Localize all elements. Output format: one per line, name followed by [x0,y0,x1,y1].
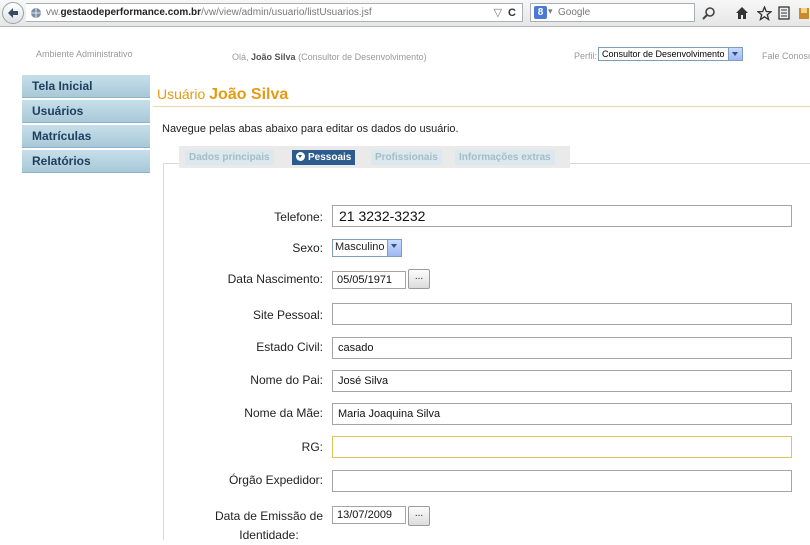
chevron-circle-icon [296,152,305,161]
rg-input[interactable] [332,436,792,458]
title-divider [153,106,810,107]
emissao-label: Data de Emissão de Identidade: [214,509,323,542]
site-row: Site Pessoal: [178,303,798,327]
back-button[interactable] [2,2,24,24]
site-label: Site Pessoal: [252,308,323,322]
pai-row: Nome do Pai: José Silva [178,370,798,394]
telefone-input[interactable]: 21 3232-3232 [332,205,792,227]
browser-toolbar: vw.gestaodeperformance.com.br/vw/view/ad… [0,0,810,27]
sexo-select[interactable]: Masculino [332,239,402,257]
tab-pessoais[interactable]: Pessoais [292,150,356,165]
sidebar-item-relatorios[interactable]: Relatórios [22,150,150,173]
pai-label: Nome do Pai: [250,373,323,387]
calendar-button[interactable]: ... [408,506,430,526]
estado-civil-label: Estado Civil: [256,340,323,354]
page-title: Usuário João Silva [157,86,289,103]
tab-informacoes-extras[interactable]: Informações extras [455,150,555,165]
sexo-row: Sexo: Masculino [178,239,798,263]
contact-link[interactable]: Fale Conosco [762,51,810,61]
sexo-label: Sexo: [292,241,323,255]
bookmarks-menu-icon[interactable] [775,4,793,22]
panel-border [163,163,164,540]
mae-row: Nome da Mãe: Maria Joaquina Silva [178,403,798,427]
calendar-button[interactable]: ... [408,269,430,289]
emissao-input[interactable]: 13/07/2009 [332,506,406,524]
rg-label: RG: [301,440,323,454]
sidebar: Tela Inicial Usuários Matrículas Relatór… [22,75,150,175]
url-text: vw.gestaodeperformance.com.br/vw/view/ad… [46,7,372,18]
site-header: Ambiente Administrativo Olá, João Silva … [0,41,810,69]
search-placeholder: Google [558,7,591,18]
back-arrow-icon [8,8,18,18]
orgao-label: Órgão Expedidor: [228,473,323,487]
globe-icon [31,8,41,18]
sidebar-item-tela-inicial[interactable]: Tela Inicial [22,75,150,98]
mae-label: Nome da Mãe: [244,406,323,420]
perfil-label: Perfil: [574,51,598,61]
home-icon[interactable] [733,4,751,22]
telefone-row: Telefone: 21 3232-3232 [178,205,798,229]
telefone-label: Telefone: [274,210,323,224]
orgao-input[interactable] [332,470,792,492]
address-bar[interactable]: vw.gestaodeperformance.com.br/vw/view/ad… [26,3,523,22]
mae-input[interactable]: Maria Joaquina Silva [332,403,792,425]
chevron-down-icon[interactable] [387,240,401,256]
emissao-row: Data de Emissão de Identidade: 13/07/200… [178,506,798,542]
google-search-engine-icon[interactable]: 8 [534,6,547,19]
greeting: Olá, João Silva (Consultor de Desenvolvi… [232,52,427,62]
sidebar-item-matriculas[interactable]: Matrículas [22,125,150,148]
tab-dados-principais[interactable]: Dados principais [185,150,274,165]
estado-civil-row: Estado Civil: casado [178,337,798,361]
search-icon[interactable] [700,4,718,22]
pai-input[interactable]: José Silva [332,370,792,392]
sidebar-item-usuarios[interactable]: Usuários [22,100,150,123]
perfil-select[interactable]: Consultor de Desenvolvimento [598,47,743,61]
search-box[interactable]: 8 ▾ Google [530,3,695,22]
nascimento-label: Data Nascimento: [227,272,323,286]
environment-label: Ambiente Administrativo [36,49,133,59]
user-name: João Silva [251,52,296,62]
estado-civil-input[interactable]: casado [332,337,792,359]
panel-border [163,163,179,164]
chevron-down-icon[interactable] [728,48,742,60]
panel-border [570,163,810,164]
dropdown-arrow-icon[interactable]: ▽ [494,6,502,19]
site-input[interactable] [332,303,792,325]
bookmark-star-icon[interactable] [755,4,773,22]
reload-icon[interactable]: C [508,7,516,19]
rg-row: RG: [178,436,798,460]
nascimento-input[interactable]: 05/05/1971 [332,271,406,289]
extension-icon[interactable] [795,4,810,22]
tab-bar: Dados principais Pessoais Profissionais … [179,146,570,168]
nascimento-row: Data Nascimento: 05/05/1971 ... [178,269,798,295]
tab-profissionais[interactable]: Profissionais [371,150,442,165]
intro-text: Navegue pelas abas abaixo para editar os… [162,123,459,135]
orgao-row: Órgão Expedidor: [178,470,798,494]
